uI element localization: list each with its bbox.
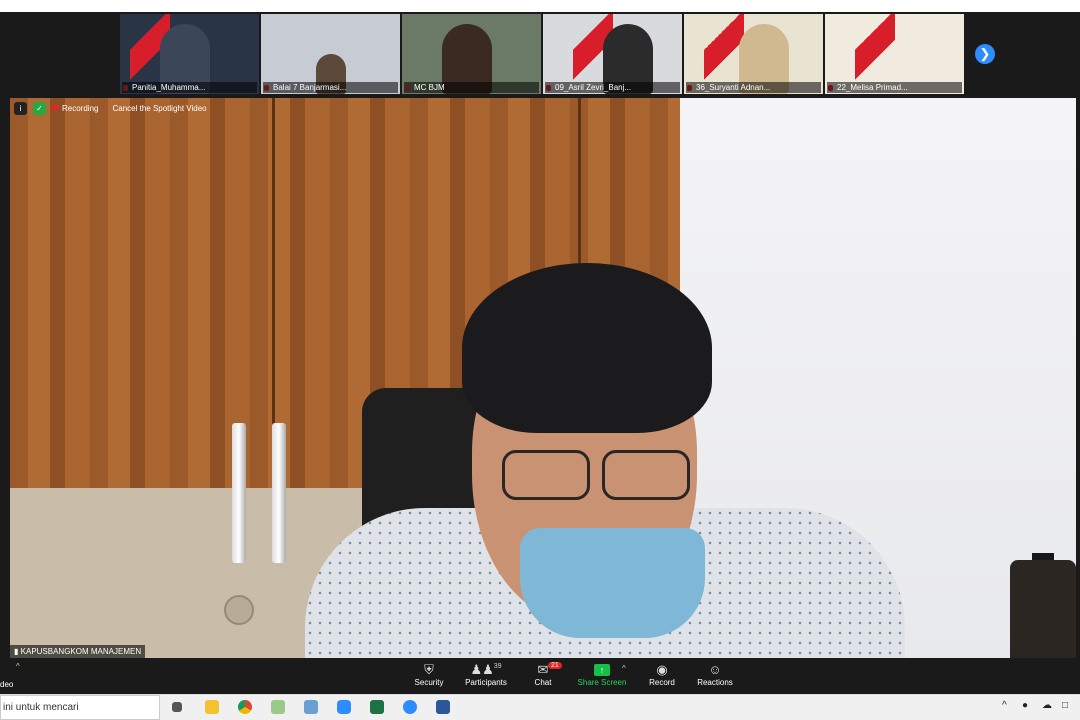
- file-explorer-icon[interactable]: [205, 700, 219, 714]
- participant-strip: Panitia_Muhamma... Balai 7 Banjarmasi...…: [120, 14, 964, 94]
- meeting-toolbar: ^ deo ⛨ Security ♟♟39 Participants ✉ 21 …: [0, 658, 1080, 694]
- video-label[interactable]: deo: [0, 680, 13, 689]
- microphone-icon[interactable]: ●: [1022, 700, 1028, 711]
- task-view-icon[interactable]: [172, 702, 182, 712]
- sticky-notes-icon[interactable]: [271, 700, 285, 714]
- participant-name: Balai 7 Banjarmasi...: [263, 82, 398, 93]
- active-speaker-video: i ✓ Recording Cancel the Spotlight Video…: [10, 98, 1076, 658]
- notification-icon[interactable]: □: [1062, 700, 1068, 711]
- chrome-icon[interactable]: [238, 700, 252, 714]
- next-page-arrow-icon[interactable]: ❯: [975, 44, 995, 64]
- cabinet-handle: [272, 423, 286, 563]
- pump-bottle: [1010, 560, 1076, 658]
- signal-bars-icon: ▮: [14, 647, 19, 656]
- participant-thumb-6[interactable]: 22_Melisa Primad...: [825, 14, 964, 94]
- speaker-name-tag: ▮ KAPUSBANGKOM MANAJEMEN: [10, 645, 146, 658]
- info-icon[interactable]: i: [14, 102, 27, 115]
- tray-expand-icon[interactable]: ^: [1002, 700, 1007, 711]
- notepad-icon[interactable]: [304, 700, 318, 714]
- word-icon[interactable]: [436, 700, 450, 714]
- reactions-button[interactable]: ☺ Reactions: [680, 662, 750, 687]
- excel-icon[interactable]: [370, 700, 384, 714]
- face-mask: [520, 528, 705, 638]
- cabinet-handle: [232, 423, 246, 563]
- video-options-caret-icon[interactable]: ^: [16, 662, 20, 671]
- share-options-caret-icon[interactable]: ^: [622, 664, 626, 673]
- participant-thumb-2[interactable]: Balai 7 Banjarmasi...: [261, 14, 400, 94]
- recording-indicator[interactable]: Recording: [52, 104, 98, 113]
- participant-count: 39: [493, 663, 502, 670]
- speaker-glasses: [502, 450, 692, 500]
- emoji-icon: ☺: [708, 662, 722, 677]
- participant-thumb-1[interactable]: Panitia_Muhamma...: [120, 14, 259, 94]
- shield-icon[interactable]: ✓: [33, 102, 46, 115]
- cloud-icon[interactable]: ☁: [1042, 700, 1052, 711]
- participant-name: 09_Asril Zevri_Banj...: [545, 82, 680, 93]
- taskbar-search-input[interactable]: ini untuk mencari: [0, 695, 160, 720]
- zoom-meetings-icon[interactable]: [403, 700, 417, 714]
- windows-taskbar: ini untuk mencari ^ ● ☁ □: [0, 694, 1080, 720]
- share-arrow-icon: ↑: [594, 664, 610, 676]
- meeting-status-bar: i ✓ Recording Cancel the Spotlight Video: [14, 102, 207, 115]
- cancel-spotlight-button[interactable]: Cancel the Spotlight Video: [112, 104, 206, 113]
- participant-name: Panitia_Muhamma...: [122, 82, 257, 93]
- zoom-icon[interactable]: [337, 700, 351, 714]
- participant-thumb-4[interactable]: 09_Asril Zevri_Banj...: [543, 14, 682, 94]
- participant-thumb-3[interactable]: MC BJM: [402, 14, 541, 94]
- zoom-meeting-window: Panitia_Muhamma... Balai 7 Banjarmasi...…: [0, 12, 1080, 694]
- participant-thumb-5[interactable]: 36_Suryanti Adnan...: [684, 14, 823, 94]
- participant-name: 36_Suryanti Adnan...: [686, 82, 821, 93]
- participant-name: 22_Melisa Primad...: [827, 82, 962, 93]
- chat-unread-badge: 21: [548, 662, 562, 669]
- record-dot-icon: [52, 104, 59, 111]
- participant-name: MC BJM: [404, 82, 539, 93]
